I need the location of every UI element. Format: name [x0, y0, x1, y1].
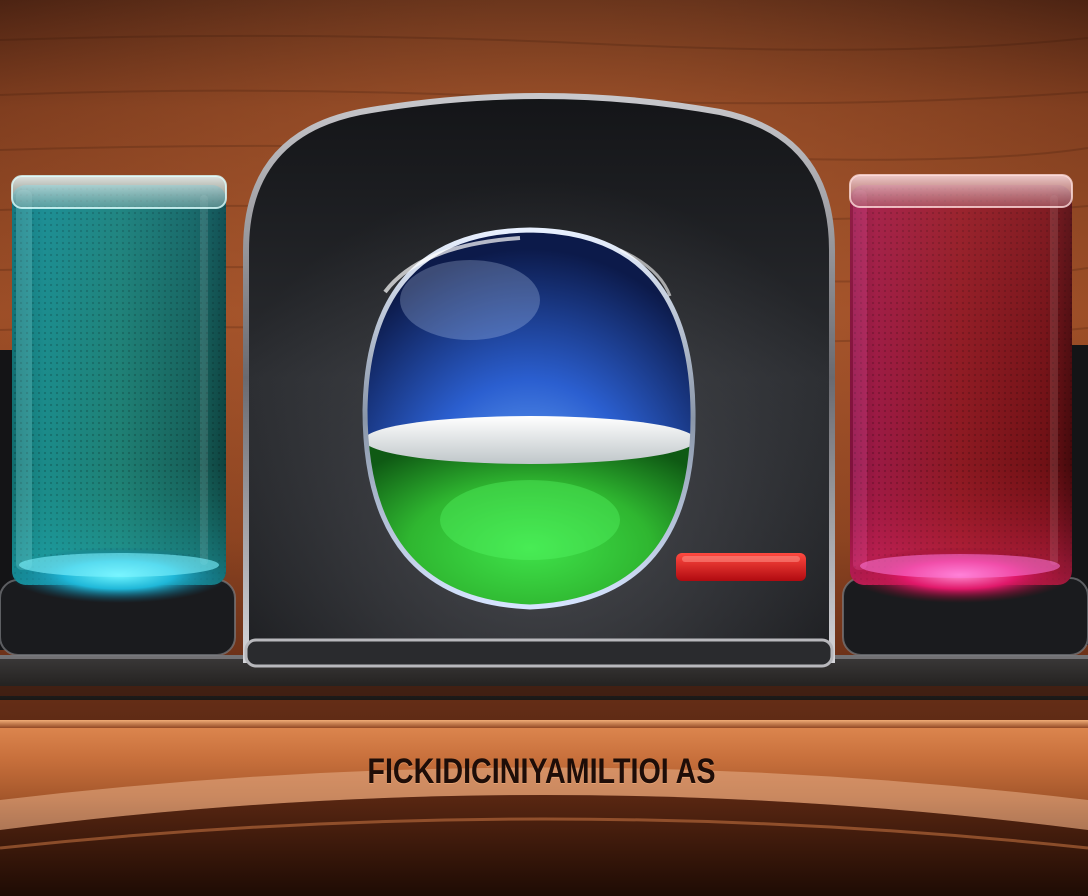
center-glass-orb	[362, 227, 696, 610]
caption-text: FICKIDICINIYAMILTIOI AS	[367, 752, 716, 791]
scene: FICKIDICINIYAMILTIOI AS	[0, 0, 1088, 896]
center-device	[243, 93, 835, 668]
right-glass-cylinder	[842, 174, 1088, 656]
left-glass-cylinder	[0, 175, 236, 656]
